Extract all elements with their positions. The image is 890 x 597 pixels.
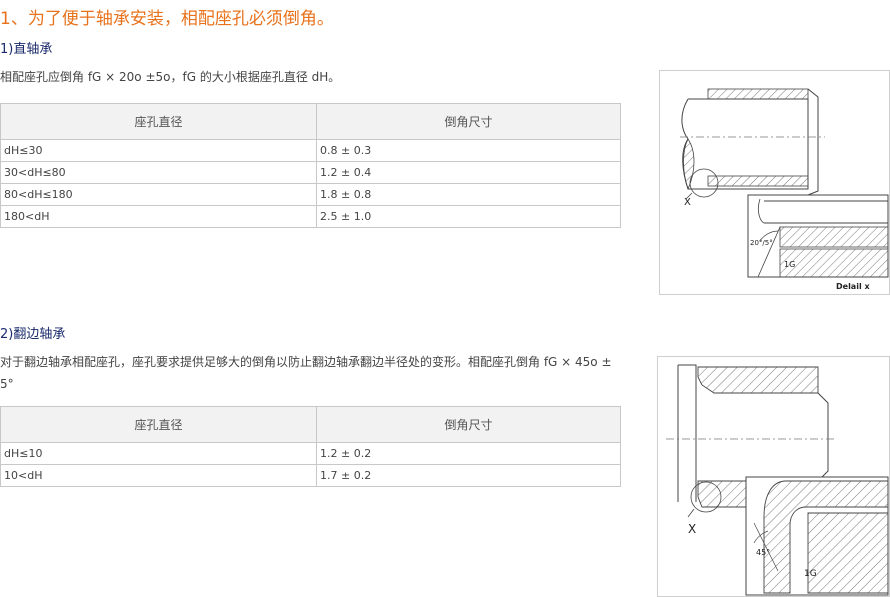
table-header: 座孔直径: [0, 406, 317, 443]
section2-title: 2)翻边轴承: [0, 327, 66, 342]
section1-title: 1)直轴承: [0, 42, 53, 57]
table-cell: dH≤30: [0, 139, 317, 162]
figure1-caption: Delail x: [836, 282, 870, 291]
table-header: 座孔直径: [0, 103, 317, 140]
section1-table: 座孔直径 倒角尺寸 dH≤30 0.8 ± 0.3 30<dH≤80 1.2 ±…: [0, 103, 621, 228]
table-cell: 180<dH: [0, 205, 317, 228]
table-cell: 0.8 ± 0.3: [316, 139, 621, 162]
flanged-bearing-figure: X 45° 1G: [657, 356, 890, 597]
figure2-angle-label: 45°: [756, 548, 770, 557]
table-row: dH≤30 0.8 ± 0.3: [0, 139, 621, 162]
table-cell: 1.7 ± 0.2: [316, 464, 621, 487]
table-header: 倒角尺寸: [316, 406, 621, 443]
section1-description: 相配座孔应倒角 fG × 20o ±5o，fG 的大小根据座孔直径 dH。: [0, 70, 341, 84]
table-cell: 2.5 ± 1.0: [316, 205, 621, 228]
table-cell: 1.8 ± 0.8: [316, 183, 621, 206]
table-cell: 80<dH≤180: [0, 183, 317, 206]
table-row: 10<dH 1.7 ± 0.2: [0, 464, 621, 487]
straight-bearing-figure: X 20°/5° 1G Delail x: [659, 70, 890, 295]
table-row: 180<dH 2.5 ± 1.0: [0, 205, 621, 228]
figure1-fg-label: 1G: [784, 260, 795, 269]
table-cell: 1.2 ± 0.2: [316, 442, 621, 465]
section2-description: 对于翻边轴承相配座孔，座孔要求提供足够大的倒角以防止翻边轴承翻边半径处的变形。相…: [0, 355, 612, 391]
figure2-marker: X: [688, 522, 696, 536]
table-header-row: 座孔直径 倒角尺寸: [0, 406, 621, 443]
table-row: 30<dH≤80 1.2 ± 0.4: [0, 161, 621, 184]
table-header-row: 座孔直径 倒角尺寸: [0, 103, 621, 140]
table-row: 80<dH≤180 1.8 ± 0.8: [0, 183, 621, 206]
table-row: dH≤10 1.2 ± 0.2: [0, 442, 621, 465]
table-cell: dH≤10: [0, 442, 317, 465]
table-cell: 1.2 ± 0.4: [316, 161, 621, 184]
figure1-angle-label: 20°/5°: [750, 239, 773, 247]
page-title: 1、为了便于轴承安装，相配座孔必须倒角。: [0, 9, 334, 29]
section2-table: 座孔直径 倒角尺寸 dH≤10 1.2 ± 0.2 10<dH 1.7 ± 0.…: [0, 406, 621, 487]
table-header: 倒角尺寸: [316, 103, 621, 140]
table-cell: 10<dH: [0, 464, 317, 487]
figure1-marker: X: [684, 197, 691, 208]
table-cell: 30<dH≤80: [0, 161, 317, 184]
figure2-fg-label: 1G: [804, 569, 817, 579]
